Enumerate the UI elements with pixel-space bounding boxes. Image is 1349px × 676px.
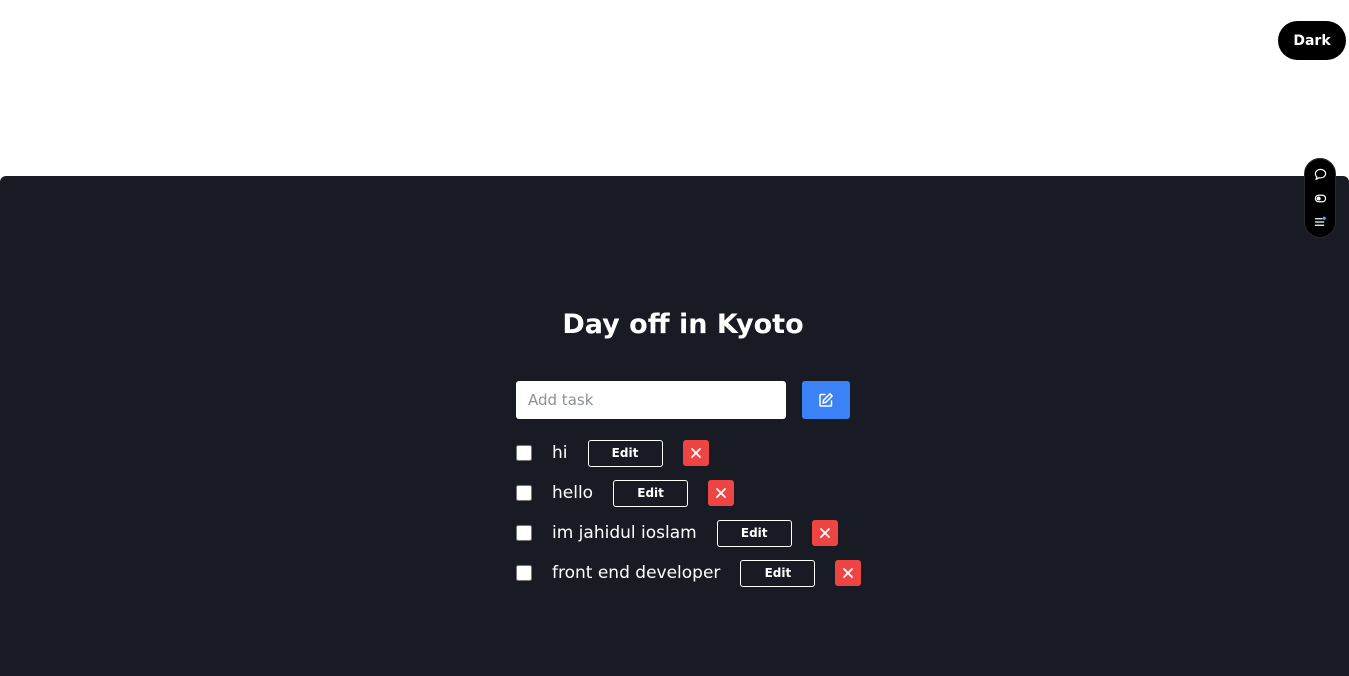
dark-mode-toggle-button[interactable]: Dark (1278, 21, 1346, 60)
edit-task-button[interactable]: Edit (587, 439, 663, 467)
settings-tool[interactable] (1312, 214, 1328, 230)
task-item: front end developer Edit (516, 559, 862, 587)
task-text: im jahidul ioslam (552, 523, 697, 543)
page-title: Day off in Kyoto (562, 309, 804, 340)
close-icon (690, 448, 701, 458)
task-item: hi Edit (516, 439, 709, 467)
chat-bubble-icon (1314, 168, 1326, 181)
add-task-input[interactable] (516, 381, 786, 419)
task-checkbox[interactable] (516, 485, 532, 501)
edit-square-icon (819, 393, 833, 407)
add-task-button[interactable] (802, 381, 850, 419)
edit-task-button[interactable]: Edit (716, 519, 792, 547)
page: Dark Day off in Kyoto hi Edit hello Edit (0, 0, 1349, 676)
floating-side-toolbar (1304, 158, 1336, 238)
edit-task-button[interactable]: Edit (613, 479, 689, 507)
visibility-tool[interactable] (1312, 190, 1328, 206)
task-text: hi (552, 443, 568, 463)
task-checkbox[interactable] (516, 565, 532, 581)
todo-panel (0, 176, 1349, 676)
delete-task-button[interactable] (835, 560, 862, 586)
task-item: im jahidul ioslam Edit (516, 519, 838, 547)
delete-task-button[interactable] (682, 440, 709, 466)
delete-task-button[interactable] (811, 520, 838, 546)
close-icon (716, 488, 726, 498)
close-icon (843, 568, 854, 578)
close-icon (819, 528, 830, 538)
edit-task-button[interactable]: Edit (740, 559, 816, 587)
task-text: front end developer (552, 563, 721, 583)
toggle-eye-icon (1314, 194, 1326, 202)
delete-task-button[interactable] (708, 480, 735, 506)
task-checkbox[interactable] (516, 445, 532, 461)
list-settings-icon (1314, 216, 1326, 226)
task-item: hello Edit (516, 479, 735, 507)
task-checkbox[interactable] (516, 525, 532, 541)
task-text: hello (552, 483, 594, 503)
chat-tool[interactable] (1312, 167, 1328, 183)
